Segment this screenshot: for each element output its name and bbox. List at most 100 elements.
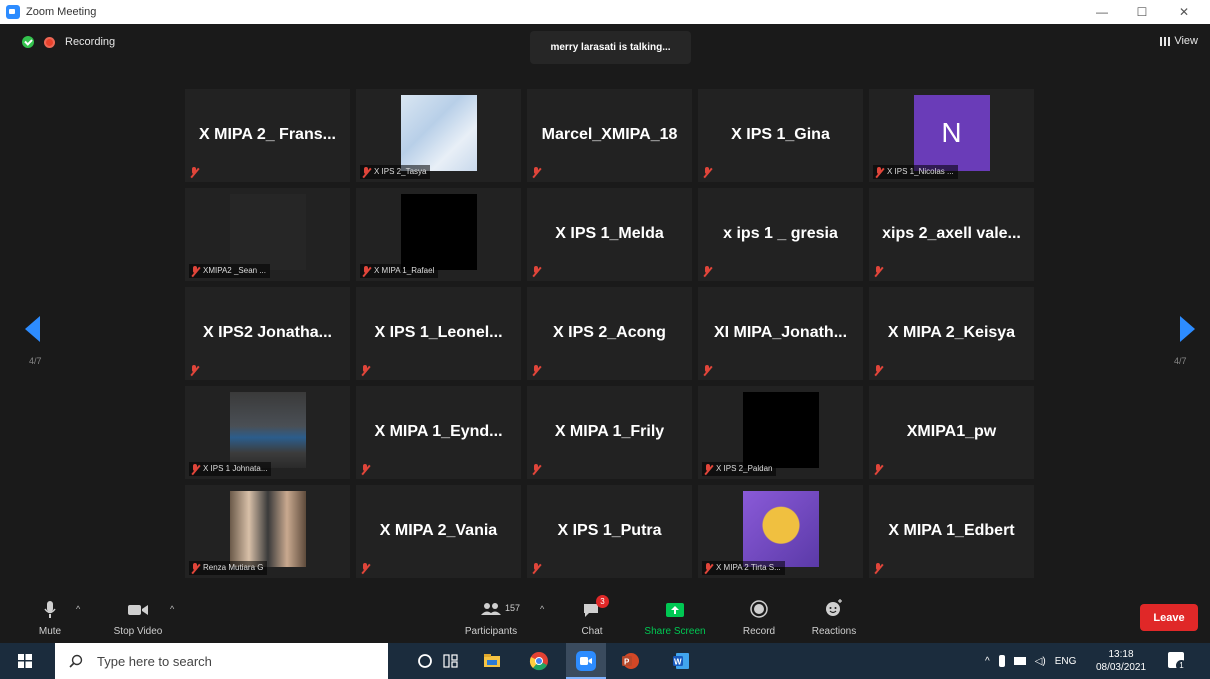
participant-tile[interactable]: XMIPA1_pw <box>869 386 1034 479</box>
microphone-icon <box>44 601 56 618</box>
participant-tile[interactable]: X IPS 1_Gina <box>698 89 863 182</box>
chat-button[interactable]: 3 Chat <box>572 594 612 643</box>
participant-name-label: X MIPA 2 Tirta S... <box>702 561 785 575</box>
participant-tile[interactable]: X IPS 2_Acong <box>527 287 692 380</box>
task-view-icon[interactable] <box>441 651 461 671</box>
participant-video <box>400 95 477 171</box>
participant-tile[interactable]: X IPS 1_Putra <box>527 485 692 578</box>
participant-name: XI MIPA_Jonath... <box>713 324 848 341</box>
view-button[interactable]: View <box>1160 35 1198 47</box>
record-label: Record <box>742 626 776 637</box>
muted-mic-icon <box>703 464 713 475</box>
leave-button[interactable]: Leave <box>1140 604 1198 631</box>
zoom-taskbar-item[interactable] <box>566 643 606 679</box>
participant-name: X IPS 1_Putra <box>557 522 662 539</box>
muted-mic-icon <box>361 266 371 277</box>
participant-tile[interactable]: X MIPA 1_Rafael <box>356 188 521 281</box>
chat-label: Chat <box>581 626 603 637</box>
stop-video-button[interactable]: Stop Video <box>105 594 171 643</box>
participant-tile[interactable]: X MIPA 1_Edbert <box>869 485 1034 578</box>
record-button[interactable]: Record <box>736 594 782 643</box>
zoom-icon <box>576 651 596 671</box>
previous-page-arrow-icon[interactable] <box>25 316 40 342</box>
reactions-label: Reactions <box>811 626 857 637</box>
word-icon[interactable]: W <box>671 651 691 671</box>
clock-date: 08/03/2021 <box>1095 662 1147 673</box>
participants-caret-icon[interactable]: ^ <box>540 604 544 614</box>
participant-video <box>400 194 477 270</box>
notification-count: 1 <box>1176 660 1187 671</box>
participant-name: X MIPA 2_ Frans... <box>199 126 336 143</box>
search-icon <box>69 654 83 668</box>
security-shield-icon[interactable] <box>22 36 34 48</box>
participant-tile[interactable]: X IPS2 Jonatha... <box>185 287 350 380</box>
svg-text:P: P <box>624 658 630 667</box>
windows-start-icon[interactable] <box>18 654 32 668</box>
battery-icon[interactable] <box>998 655 1005 667</box>
network-icon[interactable] <box>1013 657 1026 665</box>
participant-name-label: X IPS 2_Tasya <box>360 165 431 179</box>
participant-tile[interactable]: Marcel_XMIPA_18 <box>527 89 692 182</box>
meeting-area: Recording merry larasati is talking... V… <box>0 24 1210 594</box>
participant-name-label: X IPS 1 Johnata... <box>189 462 272 476</box>
view-label: View <box>1174 35 1198 47</box>
participant-tile[interactable]: X MIPA 1_Frily <box>527 386 692 479</box>
audio-options-caret-icon[interactable]: ^ <box>76 604 80 614</box>
chrome-icon[interactable] <box>529 651 549 671</box>
close-button[interactable]: ✕ <box>1164 0 1204 24</box>
next-page-arrow-icon[interactable] <box>1180 316 1195 342</box>
participant-name: X MIPA 2_Keisya <box>887 324 1016 341</box>
participant-tile[interactable]: X MIPA 2_Keisya <box>869 287 1034 380</box>
participant-name: XMIPA1_pw <box>906 423 997 440</box>
search-placeholder: Type here to search <box>97 653 212 669</box>
participant-tile[interactable]: X IPS 2_Tasya <box>356 89 521 182</box>
reactions-button[interactable]: Reactions <box>806 594 862 643</box>
video-options-caret-icon[interactable]: ^ <box>170 604 174 614</box>
gallery-grid-icon <box>1160 36 1171 46</box>
muted-mic-icon <box>702 266 712 277</box>
participant-name: X MIPA 1_Eynd... <box>374 423 503 440</box>
reactions-smiley-icon <box>826 599 842 616</box>
share-screen-button[interactable]: Share Screen <box>638 594 712 643</box>
participant-tile[interactable]: X MIPA 2_Vania <box>356 485 521 578</box>
participants-button[interactable]: 157 Participants <box>458 594 524 643</box>
participant-name-label: X IPS 2_Paldan <box>702 462 777 476</box>
maximize-button[interactable]: ☐ <box>1122 0 1162 24</box>
participant-video <box>742 392 819 468</box>
cortana-icon[interactable] <box>415 651 435 671</box>
muted-mic-icon <box>702 167 712 178</box>
participant-tile[interactable]: X IPS 1_Leonel... <box>356 287 521 380</box>
participant-tile[interactable]: XI MIPA_Jonath... <box>698 287 863 380</box>
svg-text:W: W <box>674 658 682 667</box>
action-center-icon[interactable]: 1 <box>1168 652 1187 671</box>
minimize-button[interactable]: — <box>1082 0 1122 24</box>
participant-tile[interactable]: X MIPA 2_ Frans... <box>185 89 350 182</box>
show-hidden-icons-icon[interactable]: ^ <box>985 656 990 667</box>
system-tray: ^ ◁) ENG <box>985 643 1076 679</box>
participant-tile[interactable]: X IPS 2_Paldan <box>698 386 863 479</box>
participant-tile[interactable]: X IPS 1_Melda <box>527 188 692 281</box>
file-explorer-icon[interactable] <box>482 651 502 671</box>
participant-tile[interactable]: xips 2_axell vale... <box>869 188 1034 281</box>
mute-button[interactable]: Mute <box>30 594 70 643</box>
participant-tile[interactable]: X MIPA 1_Eynd... <box>356 386 521 479</box>
muted-mic-icon <box>873 464 883 475</box>
participant-tile[interactable]: N X IPS 1_Nicolas ... <box>869 89 1034 182</box>
clock-time: 13:18 <box>1108 649 1134 660</box>
participant-tile[interactable]: X MIPA 2 Tirta S... <box>698 485 863 578</box>
muted-mic-icon <box>874 167 884 178</box>
participant-tile[interactable]: X IPS 1 Johnata... <box>185 386 350 479</box>
participant-tile[interactable]: Renza Mutiara G <box>185 485 350 578</box>
clock[interactable]: 13:18 08/03/2021 <box>1096 643 1146 679</box>
powerpoint-icon[interactable]: P <box>620 651 640 671</box>
muted-mic-icon <box>531 464 541 475</box>
language-indicator[interactable]: ENG <box>1055 656 1077 667</box>
recording-label: Recording <box>65 36 116 48</box>
participant-tile[interactable]: x ips 1 _ gresia <box>698 188 863 281</box>
participant-name: x ips 1 _ gresia <box>723 225 838 242</box>
volume-icon[interactable]: ◁) <box>1035 656 1046 667</box>
taskbar-search-box[interactable]: Type here to search <box>55 643 388 679</box>
participant-video <box>229 194 306 270</box>
participant-name-label: X IPS 1_Nicolas ... <box>873 165 958 179</box>
participant-tile[interactable]: XMIPA2 _Sean ... <box>185 188 350 281</box>
